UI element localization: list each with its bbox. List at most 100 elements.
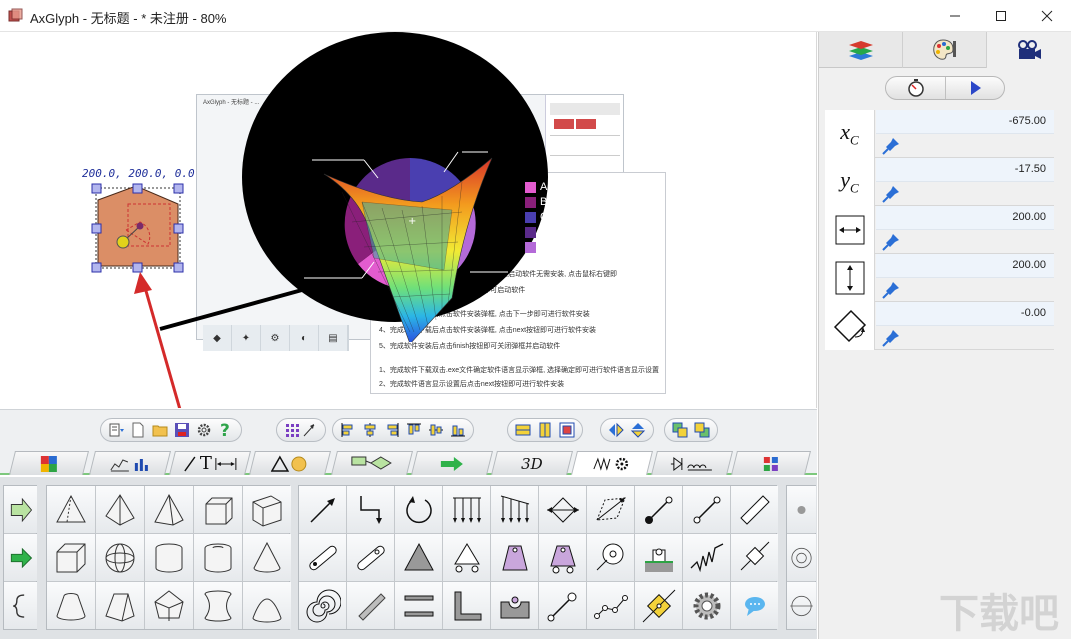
shape-item[interactable] [96,534,144,581]
width-value-field[interactable]: 200.00 [876,206,1054,230]
tab-lines-text[interactable]: T [169,451,251,475]
shape-item[interactable] [491,582,538,629]
open-file-button[interactable] [151,421,169,439]
align-left-button[interactable] [339,421,357,439]
menu-button[interactable] [107,421,125,439]
shape-item[interactable] [443,534,490,581]
shape-item[interactable] [787,534,816,581]
tab-color[interactable] [9,451,89,475]
shape-item[interactable] [194,534,242,581]
close-button[interactable] [1024,0,1070,32]
shape-item[interactable] [4,486,37,533]
xc-value-field[interactable]: -675.00 [876,110,1054,134]
distribute-horizontal-button[interactable] [514,421,532,439]
shape-item[interactable] [347,486,394,533]
shape-item[interactable] [145,534,193,581]
shape-item[interactable] [47,534,95,581]
shape-item[interactable] [787,486,816,533]
tab-animation[interactable] [987,32,1071,68]
shape-item[interactable] [587,534,634,581]
shape-item[interactable] [299,582,346,629]
tab-flowchart[interactable] [331,451,413,475]
shape-item[interactable] [4,534,37,581]
height-value-field[interactable]: 200.00 [876,254,1054,278]
maximize-button[interactable] [978,0,1024,32]
shape-item[interactable] [731,486,778,533]
tab-more[interactable] [731,451,811,475]
shape-item[interactable] [194,582,242,629]
shape-item[interactable] [635,582,682,629]
shape-item[interactable] [587,486,634,533]
shape-item[interactable] [96,582,144,629]
shape-item[interactable] [635,486,682,533]
flip-vertical-button[interactable] [629,421,647,439]
grid-button[interactable] [283,421,319,439]
shape-item[interactable] [635,534,682,581]
tab-3d[interactable]: 3D [491,451,573,475]
pin-icon[interactable] [881,184,901,204]
shape-item[interactable] [731,534,778,581]
send-backward-button[interactable] [693,421,711,439]
new-file-button[interactable] [129,421,147,439]
pin-icon[interactable] [881,136,901,156]
shape-item[interactable] [731,582,778,629]
shape-item[interactable] [96,486,144,533]
shape-item[interactable] [539,534,586,581]
align-right-button[interactable] [383,421,401,439]
fit-size-button[interactable] [558,421,576,439]
shape-item[interactable] [587,582,634,629]
tab-charts[interactable] [89,451,171,475]
distribute-vertical-button[interactable] [536,421,554,439]
help-button[interactable]: ? [217,421,235,439]
yc-value-field[interactable]: -17.50 [876,158,1054,182]
shape-item[interactable] [491,486,538,533]
tab-physics[interactable] [571,451,653,475]
drawing-canvas[interactable]: 200.0, 200.0, 0.0 AxGlyph - 无标题 - ... ◆ … [0,32,817,408]
shape-item[interactable] [299,534,346,581]
shape-item[interactable] [145,486,193,533]
shape-item[interactable] [4,582,37,629]
shape-item[interactable] [47,582,95,629]
shape-item[interactable] [539,486,586,533]
tab-electronics[interactable] [651,451,733,475]
tab-layers[interactable] [819,32,903,68]
align-bottom-button[interactable] [449,421,467,439]
shape-item[interactable] [243,582,291,629]
shape-item[interactable] [243,534,291,581]
pin-icon[interactable] [881,328,901,348]
shape-item[interactable] [443,582,490,629]
shape-item[interactable] [395,534,442,581]
shape-item[interactable] [539,582,586,629]
settings-button[interactable] [195,421,213,439]
shape-item[interactable] [787,582,816,629]
shape-item[interactable] [683,582,730,629]
align-middle-button[interactable] [427,421,445,439]
shape-item[interactable] [491,534,538,581]
pin-icon[interactable] [881,232,901,252]
rotation-value-field[interactable]: -0.00 [876,302,1054,326]
shape-item[interactable] [47,486,95,533]
shape-item[interactable] [299,486,346,533]
shape-item[interactable] [683,534,730,581]
shape-item[interactable] [194,486,242,533]
flip-horizontal-button[interactable] [607,421,625,439]
shape-item[interactable] [145,582,193,629]
play-button[interactable] [946,77,1006,99]
tab-basic-shapes[interactable] [249,451,331,475]
tab-style[interactable] [903,32,987,68]
shape-item[interactable] [443,486,490,533]
shape-item[interactable] [395,486,442,533]
align-top-button[interactable] [405,421,423,439]
save-button[interactable] [173,421,191,439]
shape-item[interactable] [347,582,394,629]
minimize-button[interactable] [932,0,978,32]
shape-item[interactable] [683,486,730,533]
shape-item[interactable] [395,582,442,629]
tab-arrows[interactable] [411,451,493,475]
timer-button[interactable] [886,77,946,99]
bring-forward-button[interactable] [671,421,689,439]
pin-icon[interactable] [881,280,901,300]
shape-item[interactable] [347,534,394,581]
align-center-button[interactable] [361,421,379,439]
shape-item[interactable] [243,486,291,533]
